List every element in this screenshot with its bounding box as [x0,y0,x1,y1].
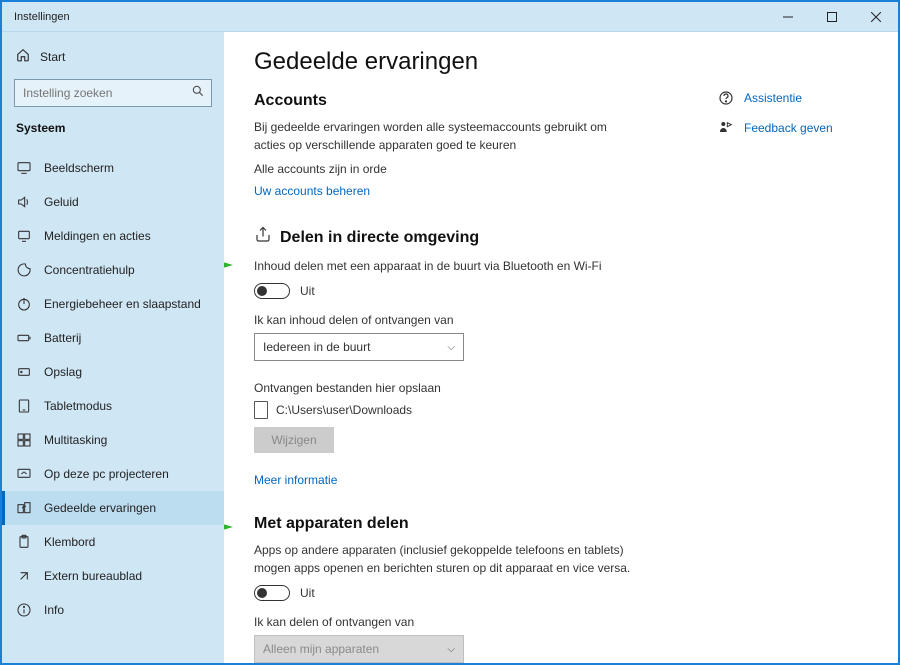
storage-icon [16,364,32,380]
info-icon [16,602,32,618]
battery-icon [16,330,32,346]
help-link[interactable]: Assistentie [718,90,868,106]
sidebar-item-label: Beeldscherm [44,161,114,175]
accounts-desc: Bij gedeelde ervaringen worden alle syst… [254,118,634,154]
save-location-label: Ontvangen bestanden hier opslaan [254,381,868,395]
annotation-arrow [224,512,233,547]
tablet-icon [16,398,32,414]
close-button[interactable] [854,2,898,32]
manage-accounts-link[interactable]: Uw accounts beheren [254,184,370,198]
sidebar: Start Systeem Beeldscherm Geluid Meldingen… [2,32,224,663]
nearby-field-label: Ik kan inhoud delen of ontvangen van [254,313,868,327]
power-icon [16,296,32,312]
change-button[interactable]: Wijzigen [254,427,334,453]
feedback-link[interactable]: Feedback geven [718,120,868,136]
search-icon [191,84,205,103]
sidebar-item-label: Op deze pc projecteren [44,467,169,481]
save-path: C:\Users\user\Downloads [276,403,412,417]
sidebar-item-focus[interactable]: Concentratiehulp [2,253,224,287]
sidebar-item-display[interactable]: Beeldscherm [2,151,224,185]
focus-icon [16,262,32,278]
home-icon [16,48,30,65]
feedback-icon [718,120,734,136]
sidebar-item-label: Energiebeheer en slaapstand [44,297,201,311]
sidebar-item-label: Meldingen en acties [44,229,151,243]
sidebar-item-tablet[interactable]: Tabletmodus [2,389,224,423]
sidebar-item-label: Geluid [44,195,79,209]
more-info-link[interactable]: Meer informatie [254,473,337,487]
project-icon [16,466,32,482]
sidebar-item-label: Batterij [44,331,81,345]
chevron-down-icon: ⌵ [447,342,455,353]
search-input[interactable] [14,79,212,107]
sidebar-item-shared[interactable]: Gedeelde ervaringen [2,491,224,525]
sidebar-item-battery[interactable]: Batterij [2,321,224,355]
sidebar-item-label: Opslag [44,365,82,379]
sidebar-item-storage[interactable]: Opslag [2,355,224,389]
sound-icon [16,194,32,210]
sidebar-item-label: Gedeelde ervaringen [44,501,156,515]
search-field[interactable] [23,86,191,100]
sidebar-item-remote[interactable]: Extern bureaublad [2,559,224,593]
sidebar-item-notify[interactable]: Meldingen en acties [2,219,224,253]
sidebar-item-label: Extern bureaublad [44,569,142,583]
devices-field-label: Ik kan delen of ontvangen van [254,615,868,629]
category-heading: Systeem [2,121,224,145]
display-icon [16,160,32,176]
devices-desc: Apps op andere apparaten (inclusief geko… [254,541,634,577]
document-icon [254,401,268,419]
clipboard-icon [16,534,32,550]
sidebar-item-clipboard[interactable]: Klembord [2,525,224,559]
sidebar-item-power[interactable]: Energiebeheer en slaapstand [2,287,224,321]
remote-icon [16,568,32,584]
nearby-heading: Delen in directe omgeving [254,226,868,249]
annotation-arrow [224,250,233,285]
window-title: Instellingen [14,11,70,23]
nearby-toggle[interactable] [254,283,290,299]
sidebar-item-label: Tabletmodus [44,399,112,413]
sidebar-item-info[interactable]: Info [2,593,224,627]
home-button[interactable]: Start [2,42,224,79]
minimize-button[interactable] [766,2,810,32]
notify-icon [16,228,32,244]
devices-toggle-state: Uit [300,586,315,600]
nearby-select[interactable]: Iedereen in de buurt ⌵ [254,333,464,361]
home-label: Start [40,50,65,64]
shared-icon [16,500,32,516]
sidebar-item-multitask[interactable]: Multitasking [2,423,224,457]
share-icon [254,226,272,249]
help-icon [718,90,734,106]
multitask-icon [16,432,32,448]
sidebar-item-label: Info [44,603,64,617]
nearby-desc: Inhoud delen met een apparaat in de buur… [254,257,634,275]
sidebar-item-label: Concentratiehulp [44,263,135,277]
devices-select: Alleen mijn apparaten ⌵ [254,635,464,663]
sidebar-item-project[interactable]: Op deze pc projecteren [2,457,224,491]
chevron-down-icon: ⌵ [447,644,455,655]
sidebar-item-label: Klembord [44,535,95,549]
main-content: Gedeelde ervaringen Accounts Bij gedeeld… [224,32,898,663]
accounts-status: Alle accounts zijn in orde [254,162,868,176]
page-title: Gedeelde ervaringen [254,48,868,76]
devices-toggle[interactable] [254,585,290,601]
sidebar-item-label: Multitasking [44,433,107,447]
sidebar-item-sound[interactable]: Geluid [2,185,224,219]
nearby-toggle-state: Uit [300,284,315,298]
maximize-button[interactable] [810,2,854,32]
devices-heading: Met apparaten delen [254,515,868,533]
